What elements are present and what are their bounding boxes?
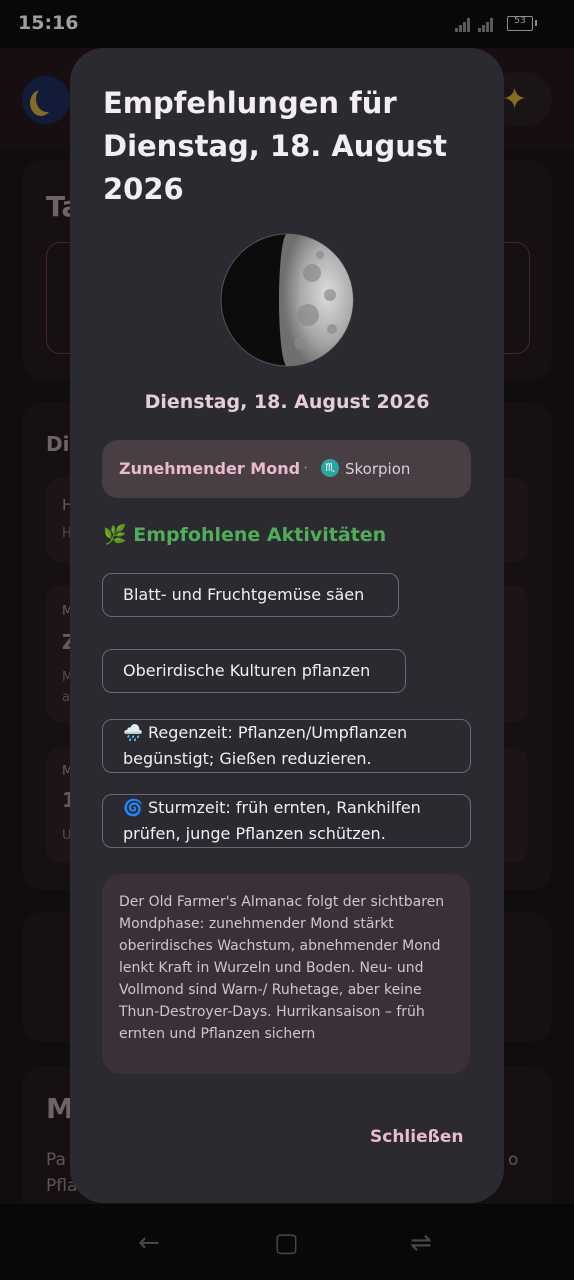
moon-phase-label: Zunehmender Mond	[119, 459, 301, 478]
activity-chip-sow: Blatt- und Fruchtgemüse säen	[102, 573, 399, 617]
activity-chip-rain: 🌧️ Regenzeit: Pflanzen/Umpflanzen begüns…	[102, 719, 471, 773]
close-button[interactable]: Schließen	[370, 1127, 463, 1147]
activity-chip-storm: 🌀 Sturmzeit: früh ernten, Rankhilfen prü…	[102, 794, 471, 848]
date-subtitle: Dienstag, 18. August 2026	[144, 391, 430, 413]
moon-phase-box: Zunehmender Mond · ♏ Skorpion	[102, 440, 471, 498]
phase-separator: ·	[303, 458, 309, 477]
activities-title: 🌿 Empfohlene Aktivitäten	[103, 524, 387, 546]
moon-phase-icon	[220, 233, 354, 367]
almanac-note: Der Old Farmer's Almanac folgt der sicht…	[102, 874, 470, 1074]
scorpio-icon: ♏	[321, 459, 339, 477]
zodiac-label: Skorpion	[345, 460, 411, 478]
activity-chip-plant: Oberirdische Kulturen pflanzen	[102, 649, 406, 693]
recommendations-dialog: Empfehlungen für Dienstag, 18. August 20…	[70, 48, 504, 1203]
dialog-title: Empfehlungen für Dienstag, 18. August 20…	[103, 86, 447, 206]
